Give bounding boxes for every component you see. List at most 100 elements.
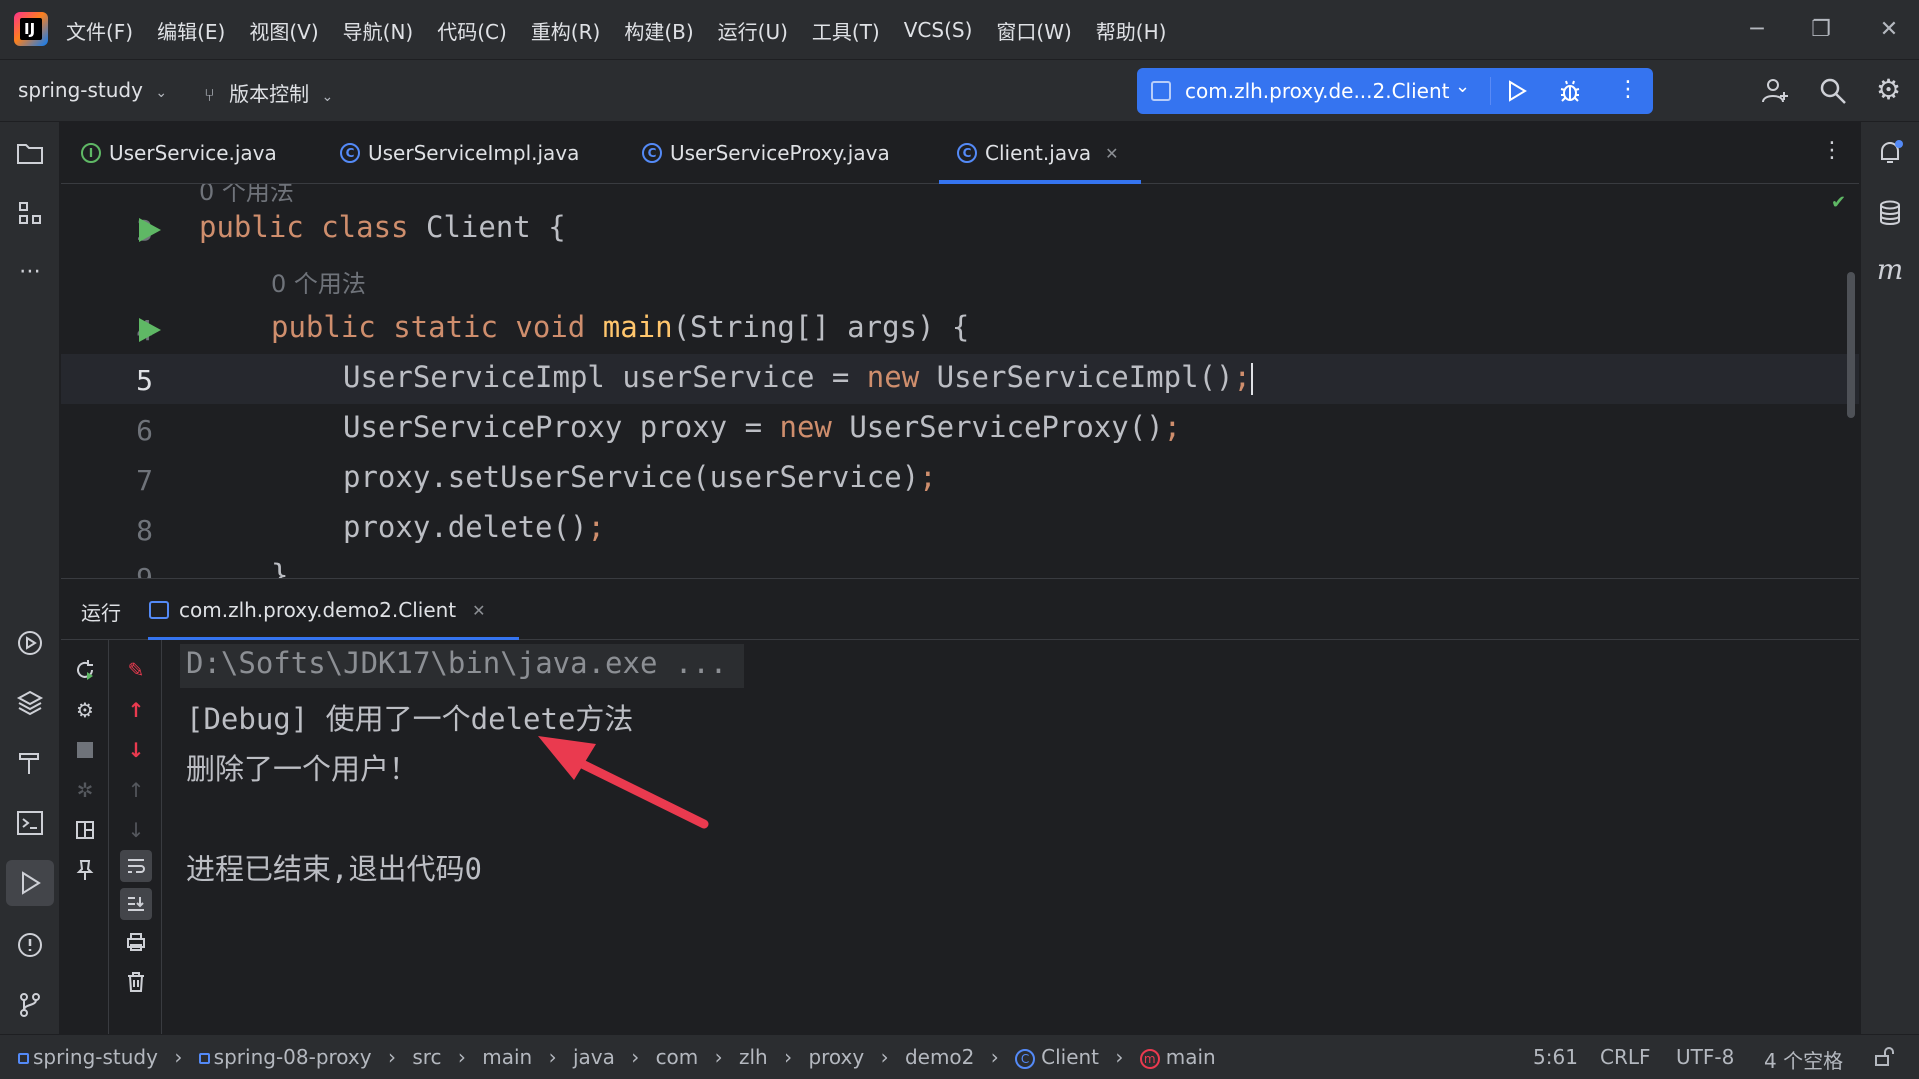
breadcrumb-item[interactable]: com [656,1045,699,1069]
breadcrumb-item[interactable]: spring-08-proxy [214,1045,372,1069]
run-button[interactable] [1505,79,1529,103]
menu-code[interactable]: 代码(C) [437,16,507,45]
run-panel-title: 运行 [81,601,121,625]
menu-edit[interactable]: 编辑(E) [157,16,225,45]
down-arrow-icon[interactable]: ↓ [120,814,152,846]
terminal-icon[interactable] [11,804,49,842]
menu-help[interactable]: 帮助(H) [1096,16,1167,45]
unlock-icon[interactable] [1874,1047,1894,1067]
services-icon[interactable] [11,624,49,662]
application-icon [1151,81,1171,101]
run-gutter-icon[interactable] [139,218,161,242]
up-arrow-icon[interactable]: ↑ [120,774,152,806]
project-folder-icon[interactable] [11,134,49,172]
line-number: 8 [136,514,153,547]
tab-options-icon[interactable]: ⋮ [1821,138,1843,163]
project-selector[interactable]: spring-study ⌄ [18,78,167,102]
line-separator[interactable]: CRLF [1600,1045,1651,1069]
edit-pencil-icon[interactable]: ✎ [120,654,152,686]
close-window-icon[interactable]: ✕ [1865,10,1913,50]
breadcrumb-item[interactable]: spring-study [33,1045,158,1069]
debug-disabled-icon[interactable]: ✲ [69,774,101,806]
rerun-icon[interactable] [69,654,101,686]
run-toolbar-primary: ⚙ ✲ [61,640,109,1034]
branch-icon: ⑂ [204,85,215,106]
layout-icon[interactable] [69,814,101,846]
application-icon [149,601,169,619]
search-icon[interactable] [1818,76,1848,106]
run-tab[interactable]: com.zlh.proxy.demo2.Client ✕ [149,579,486,641]
file-encoding[interactable]: UTF-8 [1676,1045,1734,1069]
database-icon[interactable] [1871,194,1909,232]
close-tab-icon[interactable]: ✕ [472,601,485,620]
layers-icon[interactable] [11,684,49,722]
more-actions-icon[interactable]: ⋮ [1617,77,1639,103]
text-cursor [1250,363,1253,395]
breadcrumb-item[interactable]: main [1166,1045,1216,1069]
tab-client[interactable]: C Client.java ✕ [939,122,1141,184]
breadcrumb-item[interactable]: java [573,1045,615,1069]
soft-wrap-icon[interactable] [120,850,152,882]
run-tool-window-icon[interactable] [6,860,54,906]
problems-icon[interactable] [11,926,49,964]
caret-position[interactable]: 5:61 [1533,1045,1578,1069]
no-problems-check-icon[interactable]: ✔ [1831,192,1846,213]
breadcrumb-item[interactable]: Client [1041,1045,1099,1069]
vcs-selector[interactable]: ⑂ 版本控制 ⌄ [204,78,333,107]
breadcrumb-item[interactable]: zlh [739,1045,768,1069]
code-editor[interactable]: 0 个用法 3 public class Client { 0 个用法 4 pu… [61,184,1859,578]
tab-label: UserServiceImpl.java [368,141,580,165]
tab-userserviceimpl[interactable]: C UserServiceImpl.java [340,122,579,184]
breadcrumb-item[interactable]: src [412,1045,441,1069]
scroll-to-end-icon[interactable] [120,888,152,920]
menu-build[interactable]: 构建(B) [624,16,693,45]
code-line-4: public static void main(String[] args) { [271,310,970,344]
menu-file[interactable]: 文件(F) [66,16,133,45]
maven-icon[interactable]: m [1871,250,1909,288]
more-tools-icon[interactable]: ⋯ [11,252,49,290]
notifications-bell-icon[interactable] [1871,134,1909,172]
close-tab-icon[interactable]: ✕ [1105,144,1118,163]
usages-hint: 0 个用法 [271,270,366,298]
code-line-6: UserServiceProxy proxy = new UserService… [343,410,1182,444]
trash-icon[interactable] [120,966,152,998]
code-line-8: proxy.delete(); [343,510,605,544]
structure-icon[interactable] [11,194,49,232]
title-bar: IJ 文件(F) 编辑(E) 视图(V) 导航(N) 代码(C) 重构(R) 构… [0,0,1919,60]
restore-icon[interactable]: ❐ [1797,10,1845,50]
breadcrumb-item[interactable]: proxy [808,1045,864,1069]
menu-navigate[interactable]: 导航(N) [343,16,414,45]
menu-vcs[interactable]: VCS(S) [904,18,973,42]
stop-icon[interactable] [69,734,101,766]
debug-button[interactable] [1557,78,1583,104]
git-icon[interactable] [11,986,49,1024]
tab-userserviceproxy[interactable]: C UserServiceProxy.java [642,122,890,184]
code-line-9: } [271,558,289,578]
tab-userservice[interactable]: I UserService.java [81,122,277,184]
tab-label: Client.java [985,141,1092,165]
minimize-icon[interactable]: ─ [1733,10,1781,50]
editor-scrollbar[interactable] [1847,272,1855,418]
menu-view[interactable]: 视图(V) [249,16,318,45]
module-icon [198,1053,210,1064]
line-number: 7 [136,464,153,497]
intellij-logo-icon[interactable]: IJ [14,12,48,46]
print-icon[interactable] [120,926,152,958]
run-gutter-icon[interactable] [139,318,161,342]
add-user-icon[interactable] [1760,76,1790,106]
settings-gear-icon[interactable]: ⚙ [1876,75,1906,105]
pin-icon[interactable] [69,854,101,886]
run-configuration-widget[interactable]: com.zlh.proxy.de...2.Client ⌄ ⋮ [1137,68,1653,114]
menu-refactor[interactable]: 重构(R) [531,16,601,45]
menu-tools[interactable]: 工具(T) [812,16,880,45]
indent-setting[interactable]: 4 个空格 [1764,1045,1843,1074]
breadcrumb-item[interactable]: main [482,1045,532,1069]
class-icon: C [340,143,360,163]
menu-window[interactable]: 窗口(W) [996,16,1071,45]
down-arrow-icon[interactable]: ↓ [120,734,152,766]
settings-gear-icon[interactable]: ⚙ [69,694,101,726]
menu-run[interactable]: 运行(U) [718,16,788,45]
build-hammer-icon[interactable] [11,744,49,782]
up-arrow-icon[interactable]: ↑ [120,694,152,726]
breadcrumb-item[interactable]: demo2 [905,1045,974,1069]
